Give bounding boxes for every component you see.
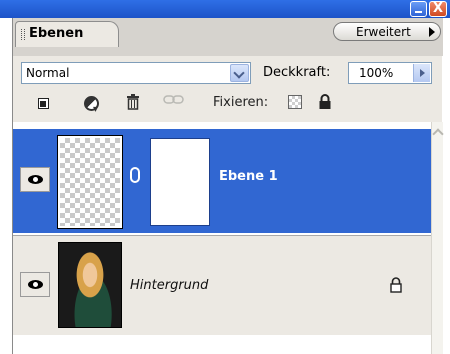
scroll-up-icon[interactable]	[433, 128, 443, 138]
layer-thumbnail[interactable]	[57, 135, 123, 229]
visibility-cell[interactable]	[17, 236, 52, 335]
visibility-toggle[interactable]	[20, 272, 50, 297]
visibility-toggle[interactable]	[20, 167, 50, 192]
close-icon[interactable]: X	[429, 1, 447, 17]
chain-link-icon[interactable]	[130, 167, 140, 183]
scrollbar[interactable]	[431, 122, 443, 354]
tab-row: Ebenen Erweitert	[13, 18, 443, 56]
opacity-field[interactable]: 100%	[348, 62, 432, 84]
panel-menu-label: Erweitert	[356, 25, 411, 39]
title-bar: X	[0, 0, 450, 18]
opacity-label: Deckkraft:	[263, 65, 331, 80]
lock-all-icon[interactable]	[318, 94, 334, 110]
blend-mode-value: Normal	[26, 66, 70, 80]
panel-menu-button[interactable]: Erweitert	[333, 22, 441, 41]
triangle-right-icon	[429, 27, 435, 37]
layers-panel: Ebenen Erweitert Normal Deckkraft: 100% …	[12, 18, 443, 354]
minimize-icon[interactable]	[410, 1, 427, 17]
opacity-value: 100%	[359, 66, 394, 80]
layer-name[interactable]: Hintergrund	[130, 278, 208, 293]
tab-label: Ebenen	[29, 26, 84, 41]
trash-icon[interactable]	[126, 94, 142, 110]
lock-label: Fixieren:	[213, 95, 269, 110]
lock-icon	[389, 277, 403, 293]
layer-row[interactable]: Hintergrund	[13, 235, 431, 335]
chevron-down-icon[interactable]	[230, 64, 249, 82]
visibility-cell[interactable]	[17, 129, 52, 233]
layers-list: Ebene 1 Hintergrund	[13, 122, 431, 354]
dropdown-dot-icon: ▾	[93, 104, 99, 115]
blend-mode-select[interactable]: Normal	[21, 62, 251, 84]
background-photo-thumbnail[interactable]	[58, 242, 122, 328]
eye-icon	[28, 175, 43, 184]
lock-transparent-icon[interactable]	[36, 94, 52, 110]
layer-row[interactable]: Ebene 1	[13, 129, 431, 233]
layer-mask-thumbnail[interactable]	[150, 138, 210, 226]
lock-position-icon[interactable]	[288, 95, 302, 109]
tab-ebenen[interactable]: Ebenen	[15, 21, 119, 47]
link-icon	[163, 94, 184, 110]
eye-icon	[28, 280, 43, 289]
layer-name[interactable]: Ebene 1	[219, 169, 278, 184]
grip-icon	[21, 29, 25, 40]
opacity-slider-arrow-icon[interactable]	[413, 64, 430, 82]
